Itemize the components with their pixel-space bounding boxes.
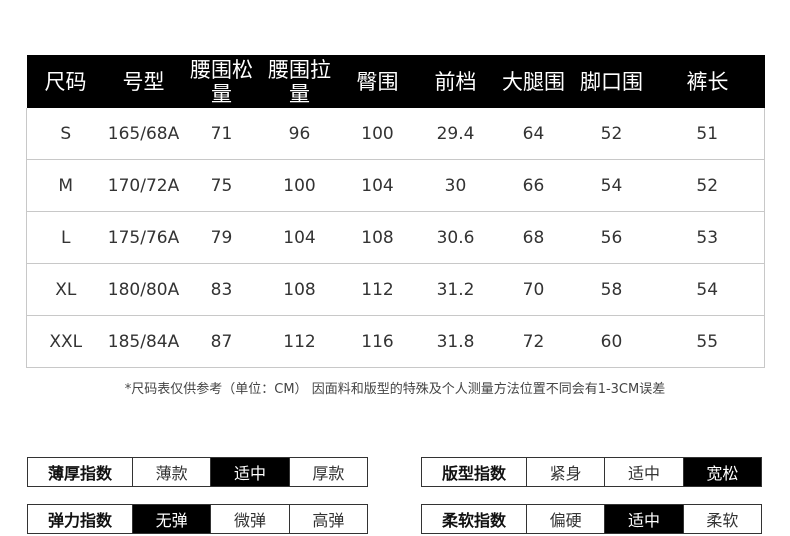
cell-size: XL — [26, 263, 105, 316]
softness-index: 柔软指数 偏硬 适中 柔软 — [421, 504, 762, 534]
cell-model: 185/84A — [104, 315, 183, 368]
table-row: XL 180/80A 83 108 112 31.2 70 58 54 — [26, 263, 765, 316]
thickness-option: 薄款 — [132, 458, 210, 486]
cell-leg-opening: 52 — [572, 108, 651, 160]
cell-size: M — [26, 159, 105, 212]
fit-option: 宽松 — [682, 458, 761, 486]
table-row: S 165/68A 71 96 100 29.4 64 52 51 — [26, 108, 765, 160]
thickness-index: 薄厚指数 薄款 适中 厚款 — [27, 457, 368, 487]
cell-leg-opening: 58 — [572, 263, 651, 316]
cell-size: L — [26, 211, 105, 264]
elasticity-option: 无弹 — [132, 505, 211, 533]
table-row: L 175/76A 79 104 108 30.6 68 56 53 — [26, 211, 765, 264]
thickness-index-label: 薄厚指数 — [47, 464, 112, 483]
softness-option: 适中 — [604, 505, 683, 533]
header-waist-stretched: 腰围拉量 — [260, 55, 339, 108]
cell-model: 175/76A — [104, 211, 183, 264]
header-leg-opening: 脚口围 — [572, 55, 651, 108]
size-note: *尺码表仅供参考（单位：CM） 因面料和版型的特殊及个人测量方法位置不同会有1-… — [124, 382, 666, 397]
cell-waist-stretched: 96 — [260, 108, 339, 160]
cell-leg-opening: 60 — [572, 315, 651, 368]
cell-front-rise: 30.6 — [416, 211, 495, 264]
cell-length: 54 — [650, 263, 765, 316]
cell-hip: 104 — [338, 159, 417, 212]
table-row: XXL 185/84A 87 112 116 31.8 72 60 55 — [26, 315, 765, 368]
cell-model: 165/68A — [104, 108, 183, 160]
header-hip: 臀围 — [338, 55, 417, 108]
fit-index: 版型指数 紧身 适中 宽松 — [421, 457, 762, 487]
thickness-option: 厚款 — [288, 458, 367, 486]
softness-option: 柔软 — [682, 505, 761, 533]
header-size: 尺码 — [26, 55, 105, 108]
cell-waist-stretched: 112 — [260, 315, 339, 368]
cell-waist-stretched: 104 — [260, 211, 339, 264]
fit-index-label: 版型指数 — [441, 464, 506, 483]
softness-index-label: 柔软指数 — [441, 511, 506, 530]
cell-length: 55 — [650, 315, 765, 368]
cell-hip: 100 — [338, 108, 417, 160]
cell-thigh: 66 — [494, 159, 573, 212]
size-chart-table: 尺码 号型 腰围松量 腰围拉量 臀围 前档 大腿围 脚口围 裤长 S 165/68A 71 96 100… — [26, 55, 765, 368]
fit-option: 紧身 — [526, 458, 604, 486]
cell-size: S — [26, 108, 105, 160]
header-length: 裤长 — [650, 55, 765, 108]
cell-hip: 116 — [338, 315, 417, 368]
cell-thigh: 68 — [494, 211, 573, 264]
cell-hip: 112 — [338, 263, 417, 316]
header-row: 尺码 号型 腰围松量 腰围拉量 臀围 前档 大腿围 脚口围 裤长 — [26, 55, 765, 108]
elasticity-index-label: 弹力指数 — [47, 511, 112, 530]
cell-thigh: 70 — [494, 263, 573, 316]
header-waist-relaxed: 腰围松量 — [182, 55, 261, 108]
cell-model: 170/72A — [104, 159, 183, 212]
cell-front-rise: 31.2 — [416, 263, 495, 316]
cell-waist-relaxed: 79 — [182, 211, 261, 264]
cell-waist-relaxed: 87 — [182, 315, 261, 368]
elasticity-index: 弹力指数 无弹 微弹 高弹 — [27, 504, 368, 534]
elasticity-option: 微弹 — [210, 505, 288, 533]
cell-length: 52 — [650, 159, 765, 212]
cell-front-rise: 31.8 — [416, 315, 495, 368]
cell-front-rise: 29.4 — [416, 108, 495, 160]
cell-leg-opening: 54 — [572, 159, 651, 212]
elasticity-option: 高弹 — [288, 505, 367, 533]
cell-length: 53 — [650, 211, 765, 264]
cell-thigh: 72 — [494, 315, 573, 368]
cell-waist-stretched: 108 — [260, 263, 339, 316]
header-front-rise: 前档 — [416, 55, 495, 108]
header-thigh: 大腿围 — [494, 55, 573, 108]
header-model: 号型 — [104, 55, 183, 108]
table-row: M 170/72A 75 100 104 30 66 54 52 — [26, 159, 765, 212]
cell-model: 180/80A — [104, 263, 183, 316]
cell-front-rise: 30 — [416, 159, 495, 212]
softness-option: 偏硬 — [526, 505, 604, 533]
cell-thigh: 64 — [494, 108, 573, 160]
cell-waist-relaxed: 75 — [182, 159, 261, 212]
cell-size: XXL — [26, 315, 105, 368]
cell-waist-stretched: 100 — [260, 159, 339, 212]
cell-waist-relaxed: 83 — [182, 263, 261, 316]
cell-waist-relaxed: 71 — [182, 108, 261, 160]
fit-option: 适中 — [604, 458, 682, 486]
thickness-option: 适中 — [210, 458, 289, 486]
cell-leg-opening: 56 — [572, 211, 651, 264]
cell-hip: 108 — [338, 211, 417, 264]
cell-length: 51 — [650, 108, 765, 160]
